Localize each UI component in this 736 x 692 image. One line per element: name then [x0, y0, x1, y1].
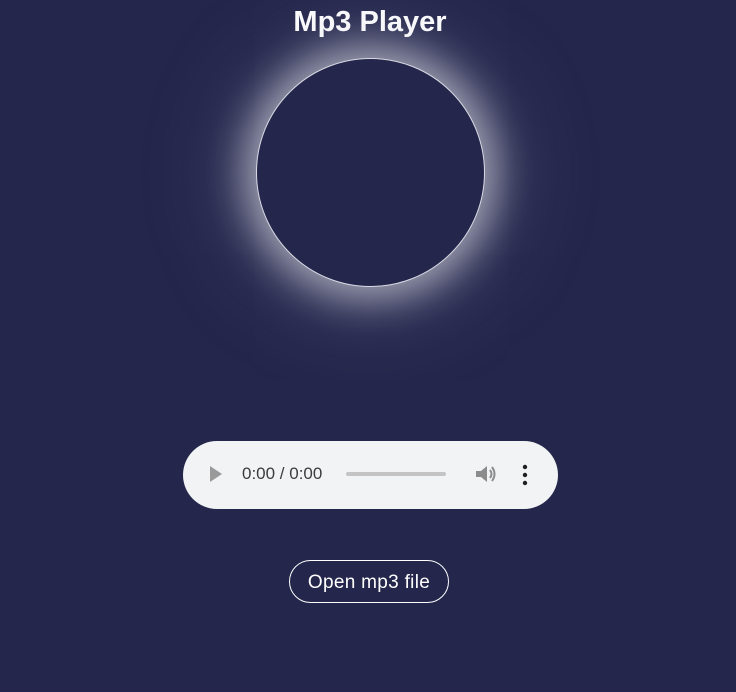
more-options-icon[interactable] — [521, 464, 529, 486]
audio-visualizer-circle — [256, 58, 485, 287]
play-icon[interactable] — [210, 466, 222, 482]
page-title: Mp3 Player — [293, 6, 447, 38]
mp3-player-page: Mp3 Player 0:00 / 0:00 Open mp3 file — [0, 0, 736, 692]
progress-bar[interactable] — [346, 472, 446, 476]
volume-icon[interactable] — [474, 463, 498, 485]
time-display: 0:00 / 0:00 — [242, 464, 323, 483]
open-mp3-file-button[interactable]: Open mp3 file — [289, 560, 449, 603]
